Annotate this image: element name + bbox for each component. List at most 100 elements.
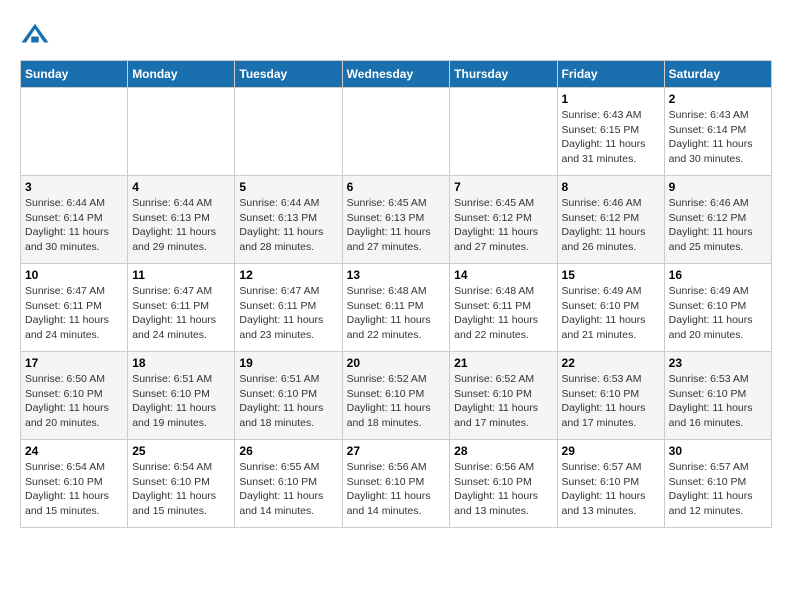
- day-number: 13: [347, 268, 446, 282]
- day-info: Sunrise: 6:57 AM Sunset: 6:10 PM Dayligh…: [562, 460, 660, 519]
- day-number: 8: [562, 180, 660, 194]
- logo-icon: [20, 20, 50, 50]
- day-info: Sunrise: 6:48 AM Sunset: 6:11 PM Dayligh…: [454, 284, 552, 343]
- calendar-cell: 9 Sunrise: 6:46 AM Sunset: 6:12 PM Daylig…: [664, 176, 771, 264]
- calendar-week-2: 3Sunrise: 6:44 AM Sunset: 6:14 PM Daylig…: [21, 176, 772, 264]
- day-info: Sunrise: 6:52 AM Sunset: 6:10 PM Dayligh…: [347, 372, 446, 431]
- logo: [20, 20, 54, 50]
- calendar-cell: 12 Sunrise: 6:47 AM Sunset: 6:11 PM Dayli…: [235, 264, 342, 352]
- day-number: 26: [239, 444, 337, 458]
- calendar-cell: 1 Sunrise: 6:43 AM Sunset: 6:15 PM Daylig…: [557, 88, 664, 176]
- page-header: [20, 20, 772, 50]
- day-number: 7: [454, 180, 552, 194]
- calendar-cell: 23 Sunrise: 6:53 AM Sunset: 6:10 PM Dayli…: [664, 352, 771, 440]
- calendar-cell: 16 Sunrise: 6:49 AM Sunset: 6:10 PM Dayli…: [664, 264, 771, 352]
- day-number: 19: [239, 356, 337, 370]
- calendar-table: SundayMondayTuesdayWednesdayThursdayFrid…: [20, 60, 772, 528]
- day-number: 12: [239, 268, 337, 282]
- day-header-saturday: Saturday: [664, 61, 771, 88]
- day-number: 1: [562, 92, 660, 106]
- calendar-cell: [235, 88, 342, 176]
- calendar-cell: [128, 88, 235, 176]
- day-number: 14: [454, 268, 552, 282]
- day-info: Sunrise: 6:51 AM Sunset: 6:10 PM Dayligh…: [132, 372, 230, 431]
- calendar-cell: 28 Sunrise: 6:56 AM Sunset: 6:10 PM Dayli…: [450, 440, 557, 528]
- day-number: 16: [669, 268, 767, 282]
- day-number: 20: [347, 356, 446, 370]
- day-number: 5: [239, 180, 337, 194]
- calendar-cell: 20 Sunrise: 6:52 AM Sunset: 6:10 PM Dayli…: [342, 352, 450, 440]
- day-info: Sunrise: 6:43 AM Sunset: 6:14 PM Dayligh…: [669, 108, 767, 167]
- calendar-cell: [342, 88, 450, 176]
- calendar-cell: 29 Sunrise: 6:57 AM Sunset: 6:10 PM Dayli…: [557, 440, 664, 528]
- day-number: 4: [132, 180, 230, 194]
- day-header-friday: Friday: [557, 61, 664, 88]
- day-info: Sunrise: 6:55 AM Sunset: 6:10 PM Dayligh…: [239, 460, 337, 519]
- calendar-cell: 6 Sunrise: 6:45 AM Sunset: 6:13 PM Daylig…: [342, 176, 450, 264]
- day-header-monday: Monday: [128, 61, 235, 88]
- day-number: 2: [669, 92, 767, 106]
- calendar-week-1: 1 Sunrise: 6:43 AM Sunset: 6:15 PM Daylig…: [21, 88, 772, 176]
- day-info: Sunrise: 6:51 AM Sunset: 6:10 PM Dayligh…: [239, 372, 337, 431]
- calendar-week-5: 24 Sunrise: 6:54 AM Sunset: 6:10 PM Dayli…: [21, 440, 772, 528]
- day-number: 21: [454, 356, 552, 370]
- calendar-cell: 15Sunrise: 6:49 AM Sunset: 6:10 PM Dayli…: [557, 264, 664, 352]
- day-info: Sunrise: 6:57 AM Sunset: 6:10 PM Dayligh…: [669, 460, 767, 519]
- calendar-cell: 26 Sunrise: 6:55 AM Sunset: 6:10 PM Dayli…: [235, 440, 342, 528]
- day-info: Sunrise: 6:45 AM Sunset: 6:12 PM Dayligh…: [454, 196, 552, 255]
- day-number: 15: [562, 268, 660, 282]
- calendar-cell: 21 Sunrise: 6:52 AM Sunset: 6:10 PM Dayli…: [450, 352, 557, 440]
- day-info: Sunrise: 6:47 AM Sunset: 6:11 PM Dayligh…: [239, 284, 337, 343]
- day-info: Sunrise: 6:45 AM Sunset: 6:13 PM Dayligh…: [347, 196, 446, 255]
- day-info: Sunrise: 6:47 AM Sunset: 6:11 PM Dayligh…: [132, 284, 230, 343]
- calendar-cell: 3Sunrise: 6:44 AM Sunset: 6:14 PM Daylig…: [21, 176, 128, 264]
- day-number: 11: [132, 268, 230, 282]
- day-info: Sunrise: 6:43 AM Sunset: 6:15 PM Dayligh…: [562, 108, 660, 167]
- calendar-cell: 27Sunrise: 6:56 AM Sunset: 6:10 PM Dayli…: [342, 440, 450, 528]
- day-number: 28: [454, 444, 552, 458]
- day-number: 18: [132, 356, 230, 370]
- calendar-cell: 10 Sunrise: 6:47 AM Sunset: 6:11 PM Dayli…: [21, 264, 128, 352]
- day-number: 17: [25, 356, 123, 370]
- day-header-tuesday: Tuesday: [235, 61, 342, 88]
- day-header-sunday: Sunday: [21, 61, 128, 88]
- day-number: 6: [347, 180, 446, 194]
- day-header-thursday: Thursday: [450, 61, 557, 88]
- day-number: 9: [669, 180, 767, 194]
- calendar-cell: 30 Sunrise: 6:57 AM Sunset: 6:10 PM Dayli…: [664, 440, 771, 528]
- calendar-cell: [21, 88, 128, 176]
- day-info: Sunrise: 6:47 AM Sunset: 6:11 PM Dayligh…: [25, 284, 123, 343]
- calendar-cell: 4Sunrise: 6:44 AM Sunset: 6:13 PM Daylig…: [128, 176, 235, 264]
- day-number: 22: [562, 356, 660, 370]
- day-info: Sunrise: 6:49 AM Sunset: 6:10 PM Dayligh…: [669, 284, 767, 343]
- day-info: Sunrise: 6:52 AM Sunset: 6:10 PM Dayligh…: [454, 372, 552, 431]
- day-info: Sunrise: 6:46 AM Sunset: 6:12 PM Dayligh…: [669, 196, 767, 255]
- day-number: 24: [25, 444, 123, 458]
- day-number: 10: [25, 268, 123, 282]
- calendar-cell: 13 Sunrise: 6:48 AM Sunset: 6:11 PM Dayli…: [342, 264, 450, 352]
- day-number: 23: [669, 356, 767, 370]
- day-number: 29: [562, 444, 660, 458]
- calendar-cell: 7 Sunrise: 6:45 AM Sunset: 6:12 PM Daylig…: [450, 176, 557, 264]
- calendar-cell: 22 Sunrise: 6:53 AM Sunset: 6:10 PM Dayli…: [557, 352, 664, 440]
- calendar-week-4: 17Sunrise: 6:50 AM Sunset: 6:10 PM Dayli…: [21, 352, 772, 440]
- calendar-cell: 24 Sunrise: 6:54 AM Sunset: 6:10 PM Dayli…: [21, 440, 128, 528]
- day-info: Sunrise: 6:44 AM Sunset: 6:13 PM Dayligh…: [239, 196, 337, 255]
- day-number: 27: [347, 444, 446, 458]
- day-info: Sunrise: 6:56 AM Sunset: 6:10 PM Dayligh…: [454, 460, 552, 519]
- day-number: 25: [132, 444, 230, 458]
- day-info: Sunrise: 6:46 AM Sunset: 6:12 PM Dayligh…: [562, 196, 660, 255]
- day-info: Sunrise: 6:48 AM Sunset: 6:11 PM Dayligh…: [347, 284, 446, 343]
- calendar-cell: 17Sunrise: 6:50 AM Sunset: 6:10 PM Dayli…: [21, 352, 128, 440]
- day-info: Sunrise: 6:53 AM Sunset: 6:10 PM Dayligh…: [669, 372, 767, 431]
- day-number: 3: [25, 180, 123, 194]
- day-info: Sunrise: 6:54 AM Sunset: 6:10 PM Dayligh…: [132, 460, 230, 519]
- calendar-cell: 5 Sunrise: 6:44 AM Sunset: 6:13 PM Daylig…: [235, 176, 342, 264]
- day-number: 30: [669, 444, 767, 458]
- calendar-cell: 14 Sunrise: 6:48 AM Sunset: 6:11 PM Dayli…: [450, 264, 557, 352]
- calendar-cell: 11 Sunrise: 6:47 AM Sunset: 6:11 PM Dayli…: [128, 264, 235, 352]
- day-info: Sunrise: 6:53 AM Sunset: 6:10 PM Dayligh…: [562, 372, 660, 431]
- day-info: Sunrise: 6:54 AM Sunset: 6:10 PM Dayligh…: [25, 460, 123, 519]
- day-header-wednesday: Wednesday: [342, 61, 450, 88]
- calendar-cell: [450, 88, 557, 176]
